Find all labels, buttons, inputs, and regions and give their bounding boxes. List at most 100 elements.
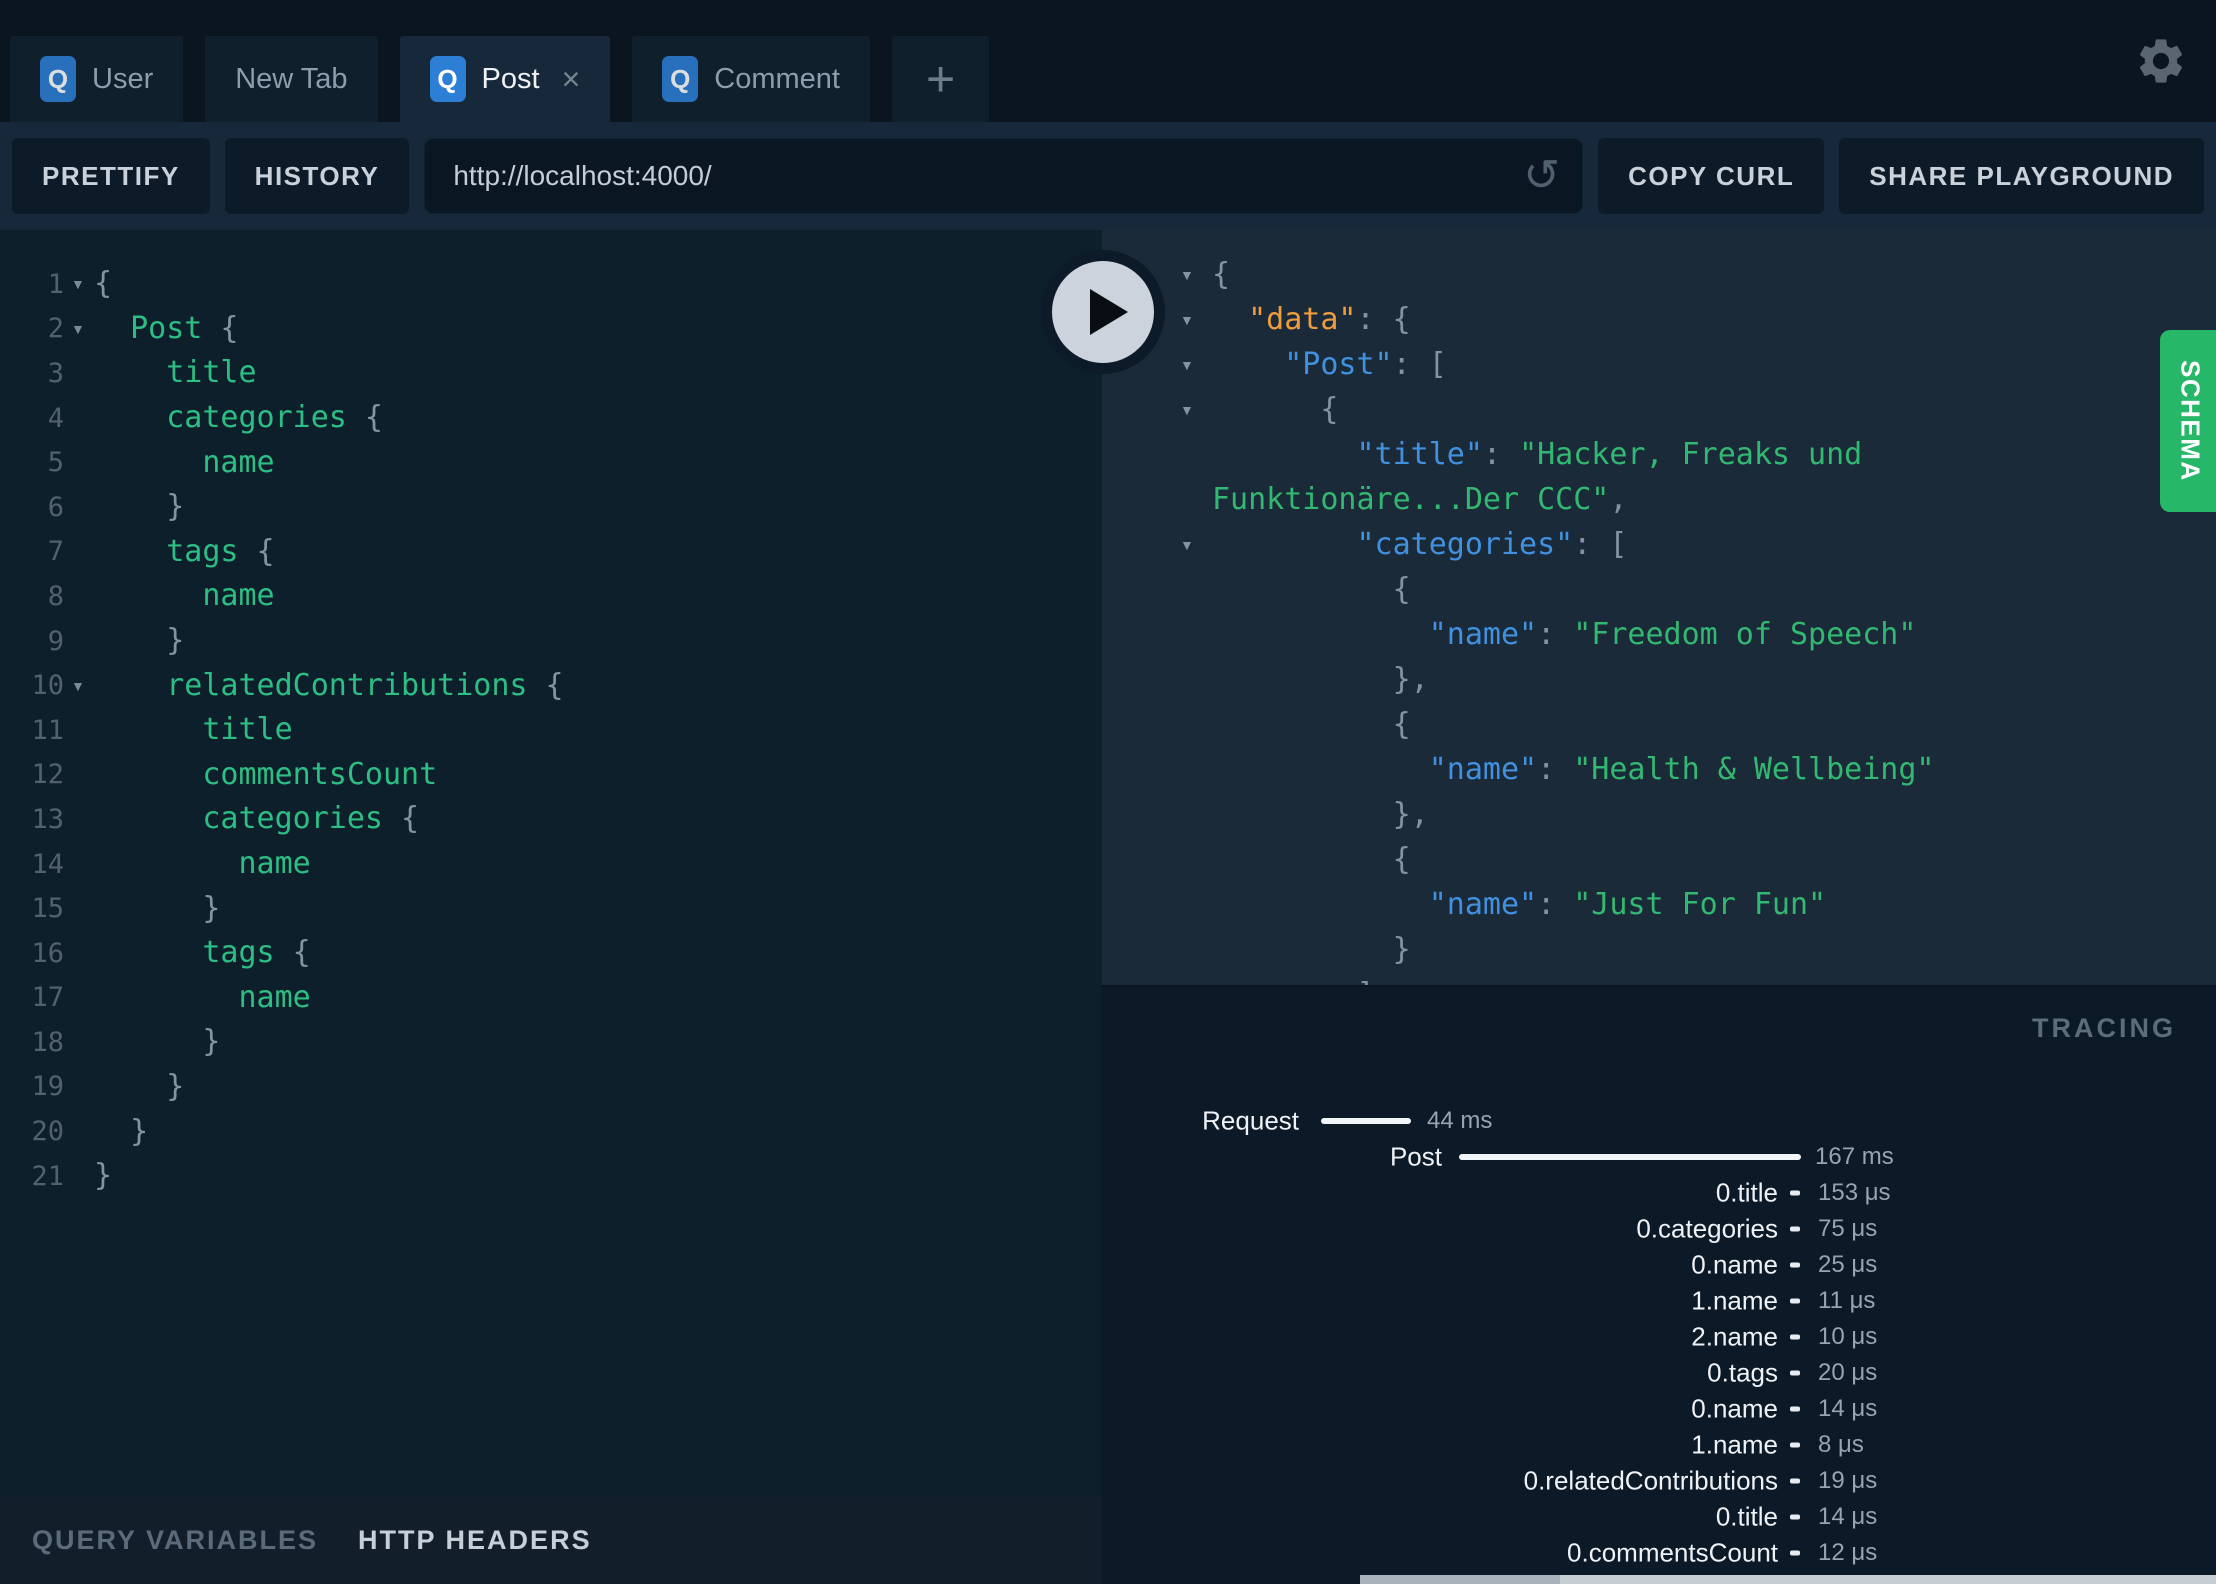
query-badge-icon: Q — [40, 56, 76, 102]
execute-query-button[interactable] — [1041, 250, 1165, 374]
json-text: "title": "Hacker, Freaks und — [1356, 436, 1863, 472]
collapse-arrow-icon[interactable]: ▼ — [1180, 537, 1194, 553]
response-line: "name": "Health & Wellbeing" — [1102, 747, 2216, 792]
tab-post[interactable]: Q Post × — [399, 36, 611, 122]
collapse-arrow-icon[interactable]: ▼ — [1180, 357, 1194, 373]
response-line: ▼ "Post": [ — [1102, 342, 2216, 387]
line-number: 4 — [47, 402, 64, 434]
collapse-arrow-icon[interactable]: ▼ — [1180, 267, 1194, 283]
trace-time: 8 μs — [1818, 1431, 1864, 1458]
tab-label: Comment — [714, 62, 840, 95]
trace-time: 14 μs — [1818, 1395, 1878, 1422]
trace-row: 1.name 11 μs — [1102, 1285, 2216, 1317]
response-line: Funktionäre...Der CCC", — [1102, 477, 2216, 522]
plus-icon: + — [925, 51, 956, 107]
add-tab-button[interactable]: + — [891, 36, 990, 122]
collapse-arrow-icon[interactable]: ▼ — [1180, 402, 1194, 418]
collapse-arrow-icon[interactable]: ▼ — [1180, 312, 1194, 328]
response-line: }, — [1102, 792, 2216, 837]
line-number: 15 — [31, 893, 64, 925]
copy-curl-button[interactable]: COPY CURL — [1598, 138, 1825, 214]
line-number: 19 — [31, 1071, 64, 1103]
trace-time: 44 ms — [1427, 1107, 1493, 1134]
editor-line: 16 tags { — [0, 931, 1102, 976]
line-number: 20 — [31, 1116, 64, 1148]
editor-line: 13 categories { — [0, 797, 1102, 842]
toolbar: PRETTIFY HISTORY ↺ COPY CURL SHARE PLAYG… — [0, 122, 2216, 230]
trace-dash-icon — [1790, 1190, 1800, 1196]
trace-row: 0.title 14 μs — [1102, 1501, 2216, 1533]
tab-strip: Q User New Tab Q Post × Q Comment + — [10, 36, 990, 122]
trace-label: Post — [1389, 1141, 1442, 1172]
response-line: ▼ "data": { — [1102, 297, 2216, 342]
response-line: ▼ "categories": [ — [1102, 522, 2216, 567]
http-headers-tab[interactable]: HTTP HEADERS — [358, 1525, 592, 1556]
code-text: { — [94, 266, 113, 302]
line-number: 8 — [47, 580, 64, 612]
line-number: 7 — [47, 536, 64, 568]
fold-arrow-icon[interactable]: ▼ — [64, 321, 94, 337]
response-line: }, — [1102, 657, 2216, 702]
graphql-playground-window: Q User New Tab Q Post × Q Comment + PRETTIFY HIS… — [0, 0, 2216, 1584]
play-button-circle — [1052, 261, 1154, 363]
trace-row: 0.categories 75 μs — [1102, 1213, 2216, 1245]
tracing-panel: TRACING Request 44 ms Post 167 ms 0.title 153… — [1102, 985, 2216, 1584]
editor-line: 4 categories { — [0, 396, 1102, 441]
line-number: 11 — [31, 714, 64, 746]
code-text: commentsCount — [202, 756, 438, 792]
code-text: name — [238, 979, 311, 1015]
share-playground-button[interactable]: SHARE PLAYGROUND — [1839, 138, 2204, 214]
tab-comment[interactable]: Q Comment — [632, 36, 870, 122]
trace-time: 19 μs — [1818, 1467, 1878, 1494]
tracing-horizontal-scrollbar[interactable] — [1360, 1575, 2216, 1584]
editor-line: 14 name — [0, 842, 1102, 887]
json-text: }, — [1212, 661, 1429, 697]
fold-arrow-icon[interactable]: ▼ — [64, 276, 94, 292]
query-editor-pane[interactable]: 1 ▼{2 ▼ Post {3 title 4 categories {5 name 6… — [0, 230, 1102, 1497]
response-line: "name": "Just For Fun" — [1102, 882, 2216, 927]
topbar: Q User New Tab Q Post × Q Comment + — [0, 0, 2216, 122]
line-number: 1 — [47, 268, 64, 300]
code-text: name — [202, 444, 275, 480]
line-number: 21 — [31, 1160, 64, 1192]
editor-line: 21} — [0, 1154, 1102, 1199]
scrollbar-thumb[interactable] — [1360, 1575, 1560, 1584]
fold-arrow-icon[interactable]: ▼ — [64, 678, 94, 694]
trace-label: 0.commentsCount — [1567, 1537, 1778, 1568]
code-text: tags { — [202, 935, 311, 971]
json-text: { — [1212, 391, 1339, 427]
trace-dash-icon — [1790, 1262, 1800, 1268]
trace-dash-icon — [1790, 1406, 1800, 1412]
settings-button[interactable] — [2134, 34, 2188, 88]
trace-dash-icon — [1790, 1550, 1800, 1556]
line-number: 14 — [31, 848, 64, 880]
response-line: ] — [1102, 972, 2216, 985]
tab-label: New Tab — [235, 62, 348, 95]
tab-new-tab[interactable]: New Tab — [205, 36, 378, 122]
json-text: { — [1212, 571, 1411, 607]
query-variables-tab[interactable]: QUERY VARIABLES — [32, 1525, 318, 1556]
line-number: 17 — [31, 982, 64, 1014]
trace-label: 0.relatedContributions — [1523, 1465, 1778, 1496]
response-line: { — [1102, 702, 2216, 747]
history-button[interactable]: HISTORY — [224, 138, 410, 214]
url-input[interactable] — [425, 139, 1583, 213]
close-icon[interactable]: × — [562, 61, 581, 98]
trace-time: 75 μs — [1818, 1215, 1878, 1242]
response-pane: ▼{▼ "data": {▼ "Post": [▼ { "title": "Ha… — [1102, 230, 2216, 985]
json-text: }, — [1212, 796, 1429, 832]
code-text: Post { — [130, 310, 239, 346]
line-number: 5 — [47, 447, 64, 479]
prettify-button[interactable]: PRETTIFY — [12, 138, 210, 214]
tab-user[interactable]: Q User — [10, 36, 184, 122]
bottom-bar: QUERY VARIABLES HTTP HEADERS — [0, 1497, 1102, 1584]
response-line: { — [1102, 567, 2216, 612]
schema-tab[interactable]: SCHEMA — [2160, 330, 2216, 512]
editor-line: 19 } — [0, 1065, 1102, 1110]
trace-dash-icon — [1790, 1514, 1800, 1520]
response-line: } — [1102, 927, 2216, 972]
reload-icon[interactable]: ↺ — [1523, 154, 1560, 198]
trace-duration-bar — [1459, 1154, 1801, 1160]
line-number: 10 — [31, 670, 64, 702]
tab-label: Post — [481, 62, 540, 95]
